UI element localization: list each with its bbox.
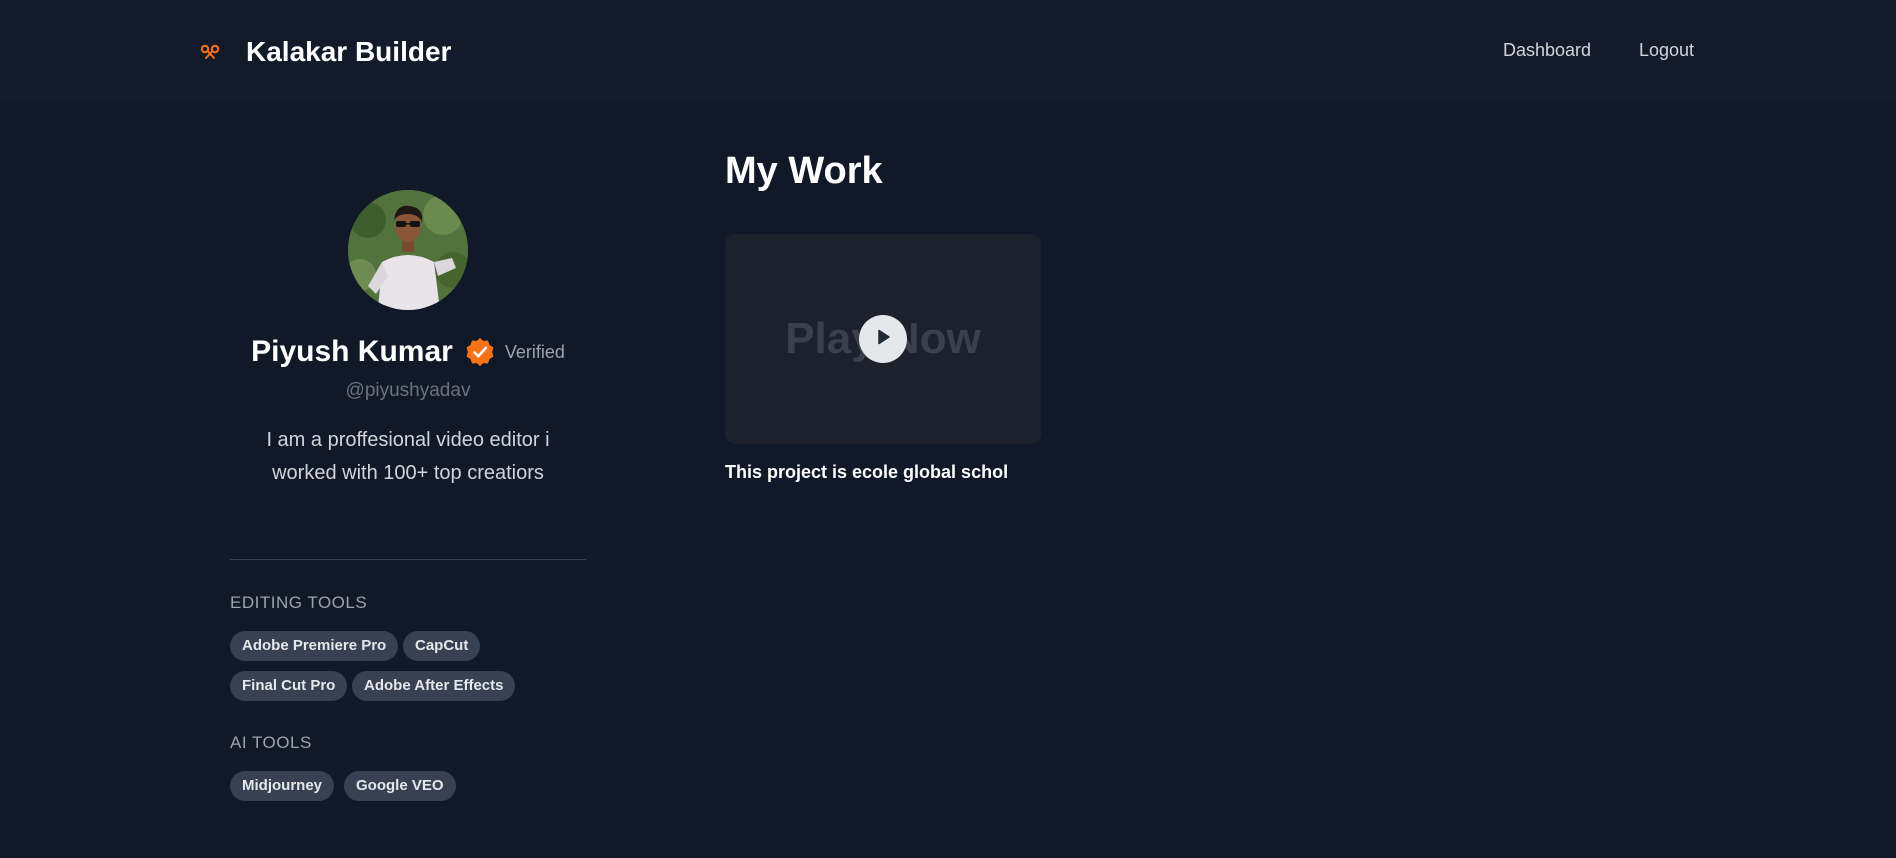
work-video-card[interactable]: Play Now (725, 234, 1041, 444)
ribbon-icon (200, 42, 222, 62)
profile-name-row: Piyush Kumar Verified (230, 332, 586, 372)
divider (230, 559, 586, 560)
verified-label: Verified (504, 341, 565, 362)
play-icon (874, 328, 892, 351)
brand[interactable]: Kalakar Builder (200, 36, 451, 68)
work-caption: This project is ecole global schol (725, 462, 1009, 482)
nav-dashboard-link[interactable]: Dashboard (1503, 40, 1591, 61)
brand-title: Kalakar Builder (246, 36, 452, 67)
tool-chip: Final Cut Pro (230, 671, 348, 701)
ai-tools-heading: AI TOOLS (230, 733, 312, 752)
editing-tools-heading: EDITING TOOLS (230, 593, 368, 612)
tool-chip: Midjourney (230, 771, 335, 801)
my-work-heading: My Work (725, 150, 883, 192)
profile-handle: @piyushyadav (345, 380, 471, 401)
profile-name: Piyush Kumar (251, 335, 453, 368)
top-navbar: Kalakar Builder Dashboard Logout (0, 0, 1896, 102)
tool-chip: Adobe Premiere Pro (230, 631, 399, 661)
nav-logout-link[interactable]: Logout (1639, 40, 1694, 61)
avatar (348, 190, 468, 310)
tool-chip: Google VEO (344, 771, 456, 801)
tool-chip: CapCut (403, 631, 481, 661)
profile-bio: I am a proffesional video editor i worke… (266, 429, 550, 484)
verified-badge-icon (465, 337, 495, 367)
play-button[interactable] (859, 315, 907, 363)
tool-chip: Adobe After Effects (352, 671, 516, 701)
